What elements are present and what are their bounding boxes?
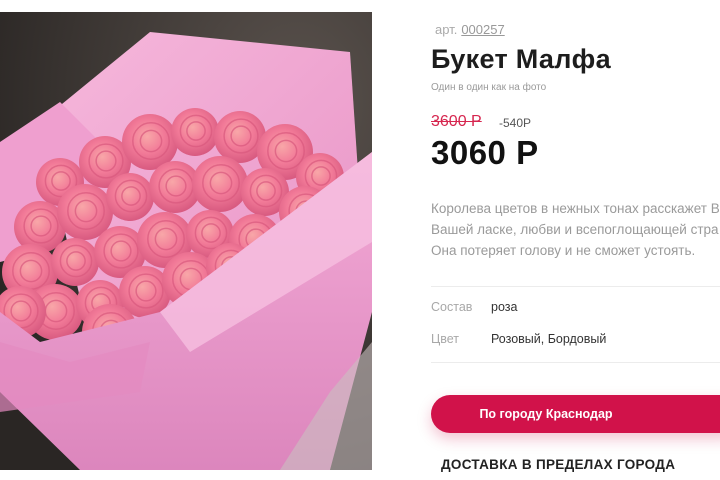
product-subtitle: Один в один как на фото (431, 82, 547, 93)
delivery-heading: ДОСТАВКА В ПРЕДЕЛАХ ГОРОДА (441, 457, 676, 472)
city-delivery-button-label: По городу Краснодар (479, 407, 613, 421)
attr-label-composition: Состав (431, 300, 473, 314)
description-line: Королева цветов в нежных тонах расскажет… (431, 201, 720, 216)
product-title: Букет Малфа (431, 44, 611, 74)
sku: арт. 000257 (435, 22, 505, 37)
product-info: арт. 000257 Букет Малфа Один в один как н… (431, 0, 720, 480)
divider (431, 286, 720, 287)
old-price: 3600 Р (431, 113, 482, 130)
attr-value-composition: роза (491, 300, 518, 314)
divider (431, 362, 720, 363)
attr-value-color: Розовый, Бордовый (491, 332, 607, 346)
discount-badge: -540Р (499, 116, 532, 130)
product-description: Королева цветов в нежных тонах расскажет… (431, 198, 720, 261)
description-line: Она потеряет голову и не сможет устоять. (431, 243, 696, 258)
attr-label-color: Цвет (431, 332, 460, 346)
product-photo[interactable] (0, 12, 372, 470)
sku-number[interactable]: 000257 (461, 22, 504, 37)
current-price: 3060 Р (431, 134, 539, 171)
city-delivery-button[interactable]: По городу Краснодар (431, 395, 720, 433)
bouquet-image (0, 12, 372, 470)
description-line: Вашей ласке, любви и всепоглощающей стра (431, 222, 719, 237)
sku-label: арт. (435, 22, 458, 37)
